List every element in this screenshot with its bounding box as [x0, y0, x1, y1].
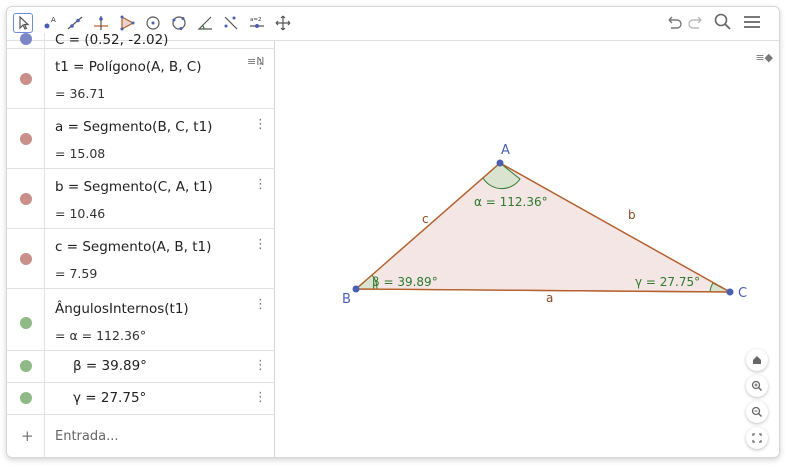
row-menu-icon[interactable]: ⋮	[254, 117, 267, 132]
angle-label-beta: β = 39.89°	[372, 275, 438, 289]
algebra-row[interactable]: ÂngulosInternos(t1) = α = 112.36° ⋮	[7, 289, 275, 351]
point-tool-icon[interactable]: A	[39, 13, 59, 33]
angle-alpha[interactable]	[482, 162, 521, 190]
app-window: A a=2 C = (0.52, -2.02) ≡N t1 = Polígono…	[6, 6, 780, 458]
algebra-value: = α = 112.36°	[55, 328, 147, 343]
algebra-definition: a = Segmento(B, C, t1)	[55, 119, 213, 135]
algebra-definition: β = 39.89°	[73, 358, 147, 374]
search-icon[interactable]	[713, 12, 733, 36]
polygon-tool-icon[interactable]	[117, 13, 137, 33]
visibility-toggle[interactable]	[20, 133, 32, 145]
row-menu-icon[interactable]: ⋮	[254, 358, 267, 373]
visibility-toggle[interactable]	[20, 317, 32, 329]
point-c[interactable]	[726, 288, 734, 296]
algebra-row[interactable]: b = Segmento(C, A, t1) = 10.46 ⋮	[7, 169, 275, 229]
input-row[interactable]: + Entrada...	[7, 415, 275, 457]
point-label-c: C	[738, 286, 747, 301]
algebra-value: = 10.46	[55, 206, 106, 221]
circle-tool-icon[interactable]	[143, 13, 163, 33]
triangle-polygon[interactable]	[354, 162, 731, 293]
visibility-toggle[interactable]	[20, 73, 32, 85]
algebra-view: C = (0.52, -2.02) ≡N t1 = Polígono(A, B,…	[7, 32, 275, 457]
circle-three-points-tool-icon[interactable]	[169, 13, 189, 33]
point-a[interactable]	[496, 159, 504, 167]
algebra-definition: b = Segmento(C, A, t1)	[55, 179, 213, 195]
angle-tool-icon[interactable]	[195, 13, 215, 33]
svg-text:A: A	[51, 16, 56, 24]
angle-label-gamma: γ = 27.75°	[635, 275, 700, 289]
visibility-toggle[interactable]	[20, 253, 32, 265]
algebra-row[interactable]: β = 39.89° ⋮	[7, 351, 275, 383]
segment-label-a: a	[546, 291, 553, 305]
row-menu-icon[interactable]: ⋮	[254, 237, 267, 252]
svg-text:a=2: a=2	[250, 17, 261, 23]
home-icon[interactable]	[746, 349, 768, 371]
undo-icon[interactable]	[665, 12, 683, 36]
algebra-definition: C = (0.52, -2.02)	[55, 32, 169, 48]
segment-label-b: b	[628, 208, 636, 222]
visibility-toggle[interactable]	[20, 193, 32, 205]
graphics-view[interactable]: ≡◆ A B C a b c α = 112.36° β = 39.89° γ …	[276, 41, 779, 457]
segment-label-c: c	[422, 212, 429, 226]
algebra-definition: ÂngulosInternos(t1)	[55, 301, 189, 317]
move-tool-icon[interactable]	[13, 13, 33, 33]
algebra-value: = 7.59	[55, 266, 98, 281]
visibility-toggle[interactable]	[20, 392, 32, 404]
row-menu-icon[interactable]: ⋮	[254, 57, 267, 72]
row-menu-icon[interactable]: ⋮	[254, 390, 267, 405]
algebra-row[interactable]: a = Segmento(B, C, t1) = 15.08 ⋮	[7, 109, 275, 169]
reflect-tool-icon[interactable]	[221, 13, 241, 33]
menu-icon[interactable]	[742, 12, 762, 36]
point-b[interactable]	[352, 285, 360, 293]
algebra-row[interactable]: t1 = Polígono(A, B, C) = 36.71 ⋮	[7, 49, 275, 109]
algebra-value: = 15.08	[55, 146, 106, 161]
line-tool-icon[interactable]	[65, 13, 85, 33]
algebra-definition: γ = 27.75°	[73, 390, 147, 406]
angle-label-alpha: α = 112.36°	[474, 195, 548, 209]
algebra-definition: t1 = Polígono(A, B, C)	[55, 59, 202, 75]
zoom-in-icon[interactable]	[746, 375, 768, 397]
algebra-row-partial[interactable]: C = (0.52, -2.02)	[7, 32, 275, 49]
zoom-out-icon[interactable]	[746, 401, 768, 423]
input-bar[interactable]: Entrada...	[55, 429, 118, 444]
geometry-canvas[interactable]: A B C a b c α = 112.36° β = 39.89° γ = 2…	[276, 41, 780, 458]
fullscreen-icon[interactable]	[746, 427, 768, 449]
redo-icon[interactable]	[687, 12, 705, 36]
algebra-value: = 36.71	[55, 86, 106, 101]
algebra-row[interactable]: γ = 27.75° ⋮	[7, 383, 275, 415]
visibility-toggle[interactable]	[20, 360, 32, 372]
row-menu-icon[interactable]: ⋮	[254, 177, 267, 192]
point-label-a: A	[501, 143, 510, 158]
move-graphics-tool-icon[interactable]	[273, 13, 293, 33]
perpendicular-tool-icon[interactable]	[91, 13, 111, 33]
algebra-row[interactable]: c = Segmento(A, B, t1) = 7.59 ⋮	[7, 229, 275, 289]
row-menu-icon[interactable]: ⋮	[254, 297, 267, 312]
visibility-toggle[interactable]	[20, 33, 32, 45]
slider-tool-icon[interactable]: a=2	[247, 13, 267, 33]
algebra-definition: c = Segmento(A, B, t1)	[55, 239, 212, 255]
point-label-b: B	[342, 292, 351, 307]
add-icon[interactable]: +	[21, 427, 34, 445]
